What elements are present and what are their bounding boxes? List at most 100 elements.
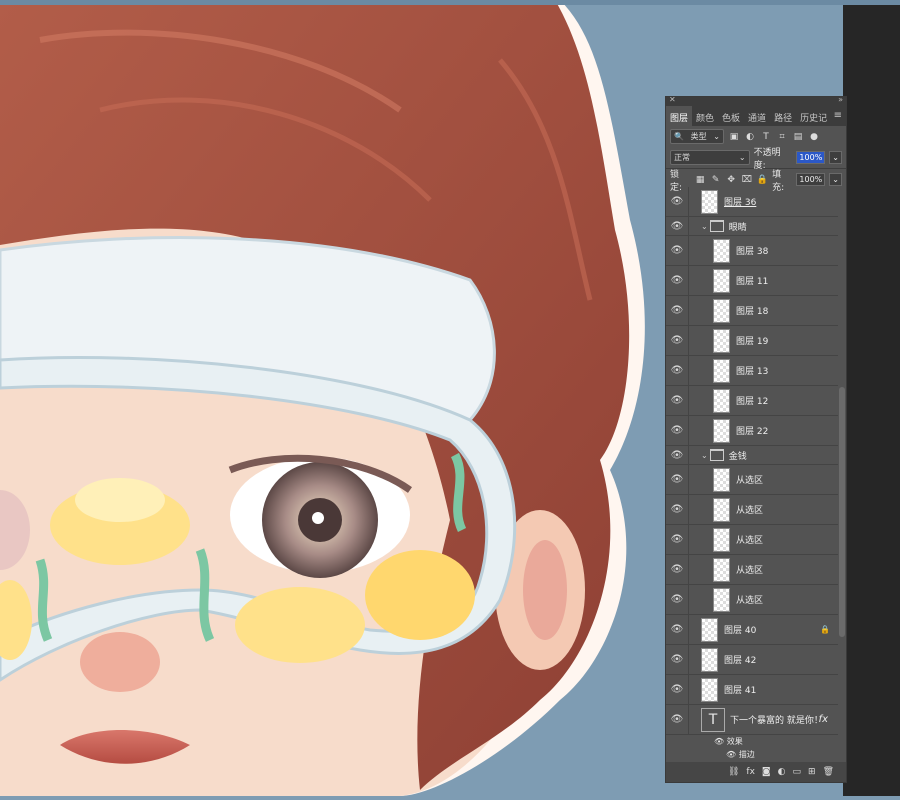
layer-name: 图层 41 [724, 686, 757, 696]
visibility-eye-icon[interactable]: 👁 [666, 425, 688, 436]
visibility-eye-icon[interactable]: 👁 [666, 504, 688, 515]
visibility-eye-icon[interactable]: 👁 [666, 594, 688, 605]
visibility-eye-icon[interactable]: 👁 [666, 714, 688, 725]
layer-row[interactable]: 👁 从选区 [666, 585, 838, 615]
layer-row[interactable]: 👁 图层 38 [666, 236, 838, 266]
trash-icon[interactable]: 🗑 [823, 767, 834, 777]
filter-type-icon[interactable]: T [760, 131, 772, 143]
tab-layers[interactable]: 图层 [666, 106, 693, 126]
layer-row[interactable]: 👁 图层 12 [666, 386, 838, 416]
visibility-eye-icon[interactable]: 👁 [666, 624, 688, 635]
tab-color[interactable]: 颜色 [692, 106, 718, 126]
visibility-eye-icon[interactable]: 👁 [666, 196, 688, 207]
link-icon[interactable]: ⛓ [728, 767, 739, 777]
layer-name: 从选区 [736, 596, 764, 606]
search-icon: 🔍 [674, 132, 684, 141]
filter-smart-icon[interactable]: ▤ [792, 131, 804, 143]
visibility-eye-icon[interactable]: 👁 [666, 474, 688, 485]
layer-row[interactable]: 👁 图层 42 [666, 645, 838, 675]
panel-tabs: 图层 颜色 色板 通道 路径 历史记 ≡ [666, 106, 846, 126]
layer-row[interactable]: 👁 图层 13 [666, 356, 838, 386]
chevron-down-icon[interactable]: ⌄ [701, 222, 708, 231]
opacity-dropdown-icon[interactable]: ⌄ [829, 151, 842, 164]
tab-history[interactable]: 历史记 [796, 106, 831, 126]
filter-toggle-icon[interactable]: ● [808, 131, 820, 143]
filter-shape-icon[interactable]: ⌗ [776, 131, 788, 143]
visibility-eye-icon[interactable]: 👁 [666, 221, 688, 232]
layer-row[interactable]: 👁 从选区 [666, 465, 838, 495]
layer-row[interactable]: 👁 图层 22 [666, 416, 838, 446]
visibility-eye-icon[interactable]: 👁 [666, 275, 688, 286]
fx-icon[interactable]: fx [819, 714, 828, 725]
fill-input[interactable]: 100% [796, 173, 826, 186]
layer-row[interactable]: 👁 图层 41 [666, 675, 838, 705]
visibility-eye-icon[interactable]: 👁 [714, 737, 724, 746]
scrollbar[interactable] [839, 387, 845, 637]
effects-row[interactable]: 👁 效果 [666, 735, 838, 748]
layer-row[interactable]: 👁 从选区 [666, 495, 838, 525]
fx-icon[interactable]: fx [746, 767, 755, 777]
lock-image-icon[interactable]: ✎ [710, 174, 722, 186]
visibility-eye-icon[interactable]: 👁 [666, 450, 688, 461]
chevron-down-icon: ⌄ [713, 132, 720, 141]
close-icon[interactable]: ✕ [669, 97, 676, 104]
layer-name: 图层 13 [736, 367, 769, 377]
fill-dropdown-icon[interactable]: ⌄ [829, 173, 842, 186]
mask-icon[interactable]: ◙ [762, 767, 771, 777]
layer-thumbnail [713, 557, 730, 582]
tab-channels[interactable]: 通道 [744, 106, 770, 126]
filter-pixel-icon[interactable]: ▣ [728, 131, 740, 143]
visibility-eye-icon[interactable]: 👁 [666, 564, 688, 575]
text-layer-row[interactable]: 👁 T 下一个暴富的 就是你！ fx [666, 705, 838, 735]
lock-artboard-icon[interactable]: ⌧ [741, 174, 753, 186]
panel-titlebar: ✕ » [666, 97, 846, 106]
visibility-eye-icon[interactable]: 👁 [666, 684, 688, 695]
layer-row[interactable]: 👁 图层 19 [666, 326, 838, 356]
adjustment-icon[interactable]: ◐ [778, 767, 786, 777]
group-row[interactable]: 👁 ⌄ 眼睛 [666, 217, 838, 236]
visibility-eye-icon[interactable]: 👁 [666, 245, 688, 256]
layer-thumbnail [713, 268, 730, 293]
layer-thumbnail [701, 617, 718, 642]
new-group-icon[interactable]: ▭ [793, 767, 802, 777]
layer-thumbnail [701, 677, 718, 702]
layer-name: 图层 19 [736, 337, 769, 347]
layer-name: 图层 40 [724, 626, 757, 636]
visibility-eye-icon[interactable]: 👁 [666, 335, 688, 346]
visibility-eye-icon[interactable]: 👁 [666, 305, 688, 316]
text-layer-icon: T [701, 707, 725, 732]
visibility-eye-icon[interactable]: 👁 [666, 654, 688, 665]
folder-icon [709, 449, 724, 461]
group-row[interactable]: 👁 ⌄ 金钱 [666, 446, 838, 465]
layer-row[interactable]: 👁 图层 18 [666, 296, 838, 326]
visibility-eye-icon[interactable]: 👁 [666, 365, 688, 376]
layer-name: 下一个暴富的 就是你！ [730, 716, 823, 726]
canvas-top-edge [0, 0, 900, 5]
visibility-eye-icon[interactable]: 👁 [726, 750, 736, 759]
blend-mode-select[interactable]: 正常 ⌄ [670, 150, 750, 165]
layer-thumbnail [713, 298, 730, 323]
layer-name: 从选区 [736, 566, 764, 576]
layer-row[interactable]: 👁 图层 36 [666, 187, 838, 217]
filter-adjust-icon[interactable]: ◐ [744, 131, 756, 143]
visibility-eye-icon[interactable]: 👁 [666, 395, 688, 406]
layer-row[interactable]: 👁 图层 40 🔒 [666, 615, 838, 645]
layer-row[interactable]: 👁 从选区 [666, 555, 838, 585]
effect-name: 描边 [738, 750, 755, 759]
effect-item[interactable]: 👁 描边 [666, 748, 838, 761]
collapse-icon[interactable]: » [838, 97, 843, 104]
layer-thumbnail [713, 328, 730, 353]
visibility-eye-icon[interactable]: 👁 [666, 534, 688, 545]
lock-position-icon[interactable]: ✥ [725, 174, 737, 186]
tab-swatches[interactable]: 色板 [718, 106, 744, 126]
filter-kind-select[interactable]: 🔍 类型 ⌄ [670, 129, 724, 144]
lock-transparent-icon[interactable]: ▦ [694, 174, 706, 186]
panel-menu-icon[interactable]: ≡ [834, 110, 842, 121]
layer-row[interactable]: 👁 从选区 [666, 525, 838, 555]
layer-row[interactable]: 👁 图层 11 [666, 266, 838, 296]
lock-all-icon[interactable]: 🔒 [757, 174, 769, 186]
tab-paths[interactable]: 路径 [770, 106, 796, 126]
opacity-input[interactable]: 100% [796, 151, 826, 164]
chevron-down-icon[interactable]: ⌄ [701, 451, 708, 460]
new-layer-icon[interactable]: ⊞ [808, 767, 816, 777]
